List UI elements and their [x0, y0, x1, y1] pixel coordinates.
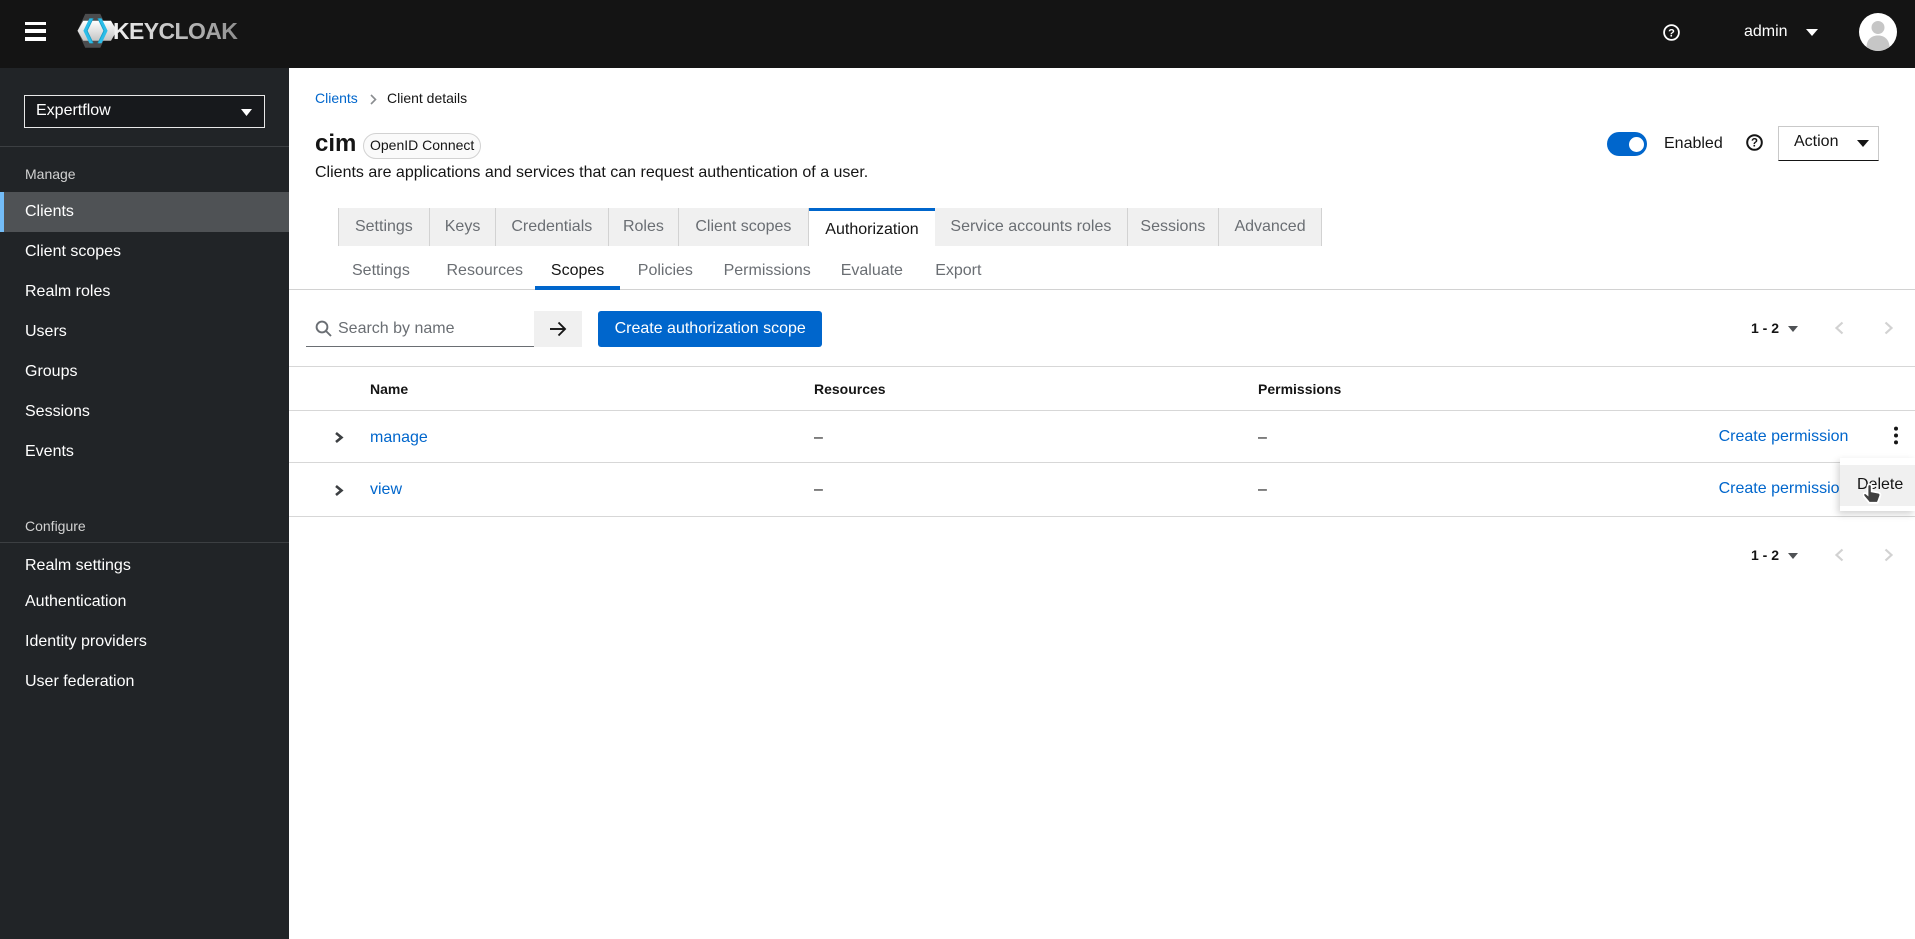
svg-text:KEYCLOAK: KEYCLOAK — [113, 18, 238, 44]
svg-text:?: ? — [1751, 138, 1758, 150]
svg-text:?: ? — [1668, 27, 1675, 39]
